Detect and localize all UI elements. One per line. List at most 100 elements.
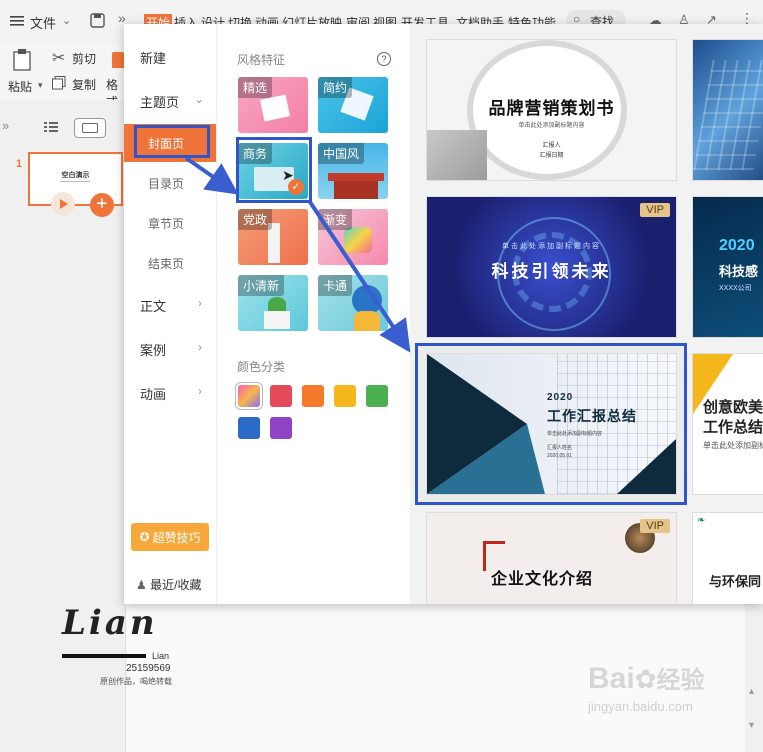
category-nav: 新建 主题页 ⌄ 封面页 目录页 章节页 结束页 正文 › 案例 › 动画 › … xyxy=(124,24,217,604)
scroll-down-icon[interactable]: ▾ xyxy=(749,720,754,731)
style-label: 简约 xyxy=(318,77,353,98)
file-menu[interactable]: 文件 xyxy=(30,13,56,32)
watermark-url: jingyan.baidu.com xyxy=(588,699,693,714)
template-environment[interactable]: ❧ 与环保同 xyxy=(693,513,763,604)
cut-button[interactable]: 剪切 xyxy=(72,50,96,67)
copy-icon[interactable] xyxy=(52,76,66,95)
style-label: 中国风 xyxy=(318,143,365,164)
style-section-title: 风格特征 xyxy=(237,53,286,67)
color-swatch-red[interactable] xyxy=(270,385,292,407)
style-label: 党政 xyxy=(238,209,273,230)
template-title: 科技感 xyxy=(719,264,759,279)
paste-icon[interactable] xyxy=(12,48,34,77)
template-tech-future[interactable]: 单击此处添加副标题内容 科技引领未来 VIP xyxy=(427,197,676,337)
format-painter-icon[interactable] xyxy=(112,52,124,68)
template-brand-marketing[interactable]: 品牌营销策划书 单击此处添加副标题内容 汇报人 汇报日期 xyxy=(427,40,676,180)
save-icon[interactable] xyxy=(90,13,105,33)
logo-underline xyxy=(62,654,146,658)
canvas-logo: Lian xyxy=(62,603,158,643)
tips-button[interactable]: ✪ 超赞技巧 xyxy=(131,523,209,551)
style-panel: 风格特征 ? 精选 简约 商务 ✓ ➤ 中国风 党政 渐变 小清新 卡通 颜色分… xyxy=(217,24,409,604)
chevron-down-icon[interactable]: ⌄ xyxy=(62,14,71,27)
gift-box-icon xyxy=(259,94,291,122)
color-swatch-orange[interactable] xyxy=(302,385,324,407)
slide-view-icon[interactable] xyxy=(74,118,106,138)
color-swatch-green[interactable] xyxy=(366,385,388,407)
recent-label: 最近/收藏 xyxy=(150,578,202,592)
color-swatch-purple[interactable] xyxy=(270,417,292,439)
style-tile-simple[interactable]: 简约 xyxy=(318,77,388,133)
baidu-watermark: Bai✿经验 xyxy=(588,660,704,696)
template-corporate-culture[interactable]: 企业文化介绍 VIP xyxy=(427,513,676,604)
chevron-right-icon[interactable]: › xyxy=(198,296,202,310)
template-year: 2020 xyxy=(547,392,574,403)
star-icon: ✪ xyxy=(139,530,150,544)
template-blue-building[interactable] xyxy=(693,40,763,180)
scroll-up-icon[interactable]: ▴ xyxy=(749,686,754,697)
template-title: 企业文化介绍 xyxy=(491,571,594,588)
help-icon[interactable]: ? xyxy=(377,52,391,66)
color-swatch-blue[interactable] xyxy=(238,417,260,439)
template-tech-sense[interactable]: 2020 科技感 XXXX公司 xyxy=(693,197,763,337)
recent-favorites[interactable]: ♟ 最近/收藏 xyxy=(136,576,201,593)
nav-animation[interactable]: 动画 xyxy=(140,384,166,403)
style-tile-fresh[interactable]: 小清新 xyxy=(238,275,308,331)
template-title: 科技引领未来 xyxy=(491,262,612,281)
style-tile-gradient[interactable]: 渐变 xyxy=(318,209,388,265)
style-tile-featured[interactable]: 精选 xyxy=(238,77,308,133)
style-label: 小清新 xyxy=(238,275,285,296)
play-button[interactable] xyxy=(51,192,75,216)
highlight-box xyxy=(236,137,312,203)
nav-ending[interactable]: 结束页 xyxy=(148,255,184,272)
color-swatch-rainbow[interactable] xyxy=(238,385,260,407)
template-subtitle: 单击此处添加副标题内容 xyxy=(518,123,585,129)
add-slide-icon[interactable]: + xyxy=(90,193,114,217)
nav-toc[interactable]: 目录页 xyxy=(148,175,184,192)
collapse-panel-icon[interactable]: » xyxy=(2,118,9,133)
outline-view-icon[interactable] xyxy=(44,120,58,138)
template-top-text: 单击此处添加副标题内容 xyxy=(502,243,601,250)
hamburger-icon[interactable] xyxy=(10,14,24,32)
style-label: 卡通 xyxy=(318,275,353,296)
style-tile-cartoon[interactable]: 卡通 xyxy=(318,275,388,331)
nav-cover-label: 封面页 xyxy=(148,137,185,151)
nav-new[interactable]: 新建 xyxy=(140,48,166,67)
template-year: 2020 xyxy=(719,237,755,254)
template-creative-euro[interactable]: 创意欧美 工作总结 单击此处添加副标 xyxy=(693,354,763,494)
chevron-down-icon[interactable]: ⌄ xyxy=(194,92,204,106)
copy-button[interactable]: 复制 xyxy=(72,76,96,93)
template-date: 2020.05.01 xyxy=(547,453,573,459)
template-title: 品牌营销策划书 xyxy=(488,99,615,118)
template-title: 与环保同 xyxy=(709,574,762,589)
cartoon-body-icon xyxy=(354,311,380,331)
style-label: 渐变 xyxy=(318,209,353,230)
template-title: 创意欧美 xyxy=(703,399,763,416)
nav-chapter[interactable]: 章节页 xyxy=(148,215,184,232)
gradient-shape-icon xyxy=(344,227,372,253)
pot-icon xyxy=(264,311,290,329)
watermark-brand: Bai xyxy=(588,662,635,695)
template-subtitle: 单击此处添加副标 xyxy=(703,441,763,450)
template-reporter: 汇报人 xyxy=(542,143,561,149)
paste-button[interactable]: 粘贴 xyxy=(8,78,32,95)
nav-cases[interactable]: 案例 xyxy=(140,340,166,359)
red-bracket-vertical xyxy=(483,541,486,571)
chevron-right-icon[interactable]: › xyxy=(198,340,202,354)
color-swatch-yellow[interactable] xyxy=(334,385,356,407)
style-tile-party[interactable]: 党政 xyxy=(238,209,308,265)
template-company: XXXX公司 xyxy=(719,285,752,292)
template-work-report[interactable]: 2020 工作汇报总结 单击此处添加副标题内容 汇报人姓名 2020.05.01 xyxy=(427,354,676,494)
chevron-right-icon[interactable]: › xyxy=(198,384,202,398)
template-date: 汇报日期 xyxy=(539,153,564,159)
nav-body[interactable]: 正文 xyxy=(140,296,166,315)
ribbon-panel: 粘贴 ▾ ✂ 剪切 复制 格式 xyxy=(0,44,125,109)
thumb-subtitle-line xyxy=(60,181,90,182)
vertical-scrollbar[interactable]: ▴ ▾ xyxy=(745,600,763,752)
plant-icon xyxy=(268,297,286,311)
style-tile-chinese[interactable]: 中国风 xyxy=(318,143,388,199)
scissors-icon[interactable]: ✂ xyxy=(52,48,65,68)
logo-small: Lian xyxy=(152,651,170,661)
nav-theme[interactable]: 主题页 xyxy=(140,92,179,111)
user-icon: ♟ xyxy=(136,578,147,592)
paste-dropdown-icon[interactable]: ▾ xyxy=(38,80,43,91)
